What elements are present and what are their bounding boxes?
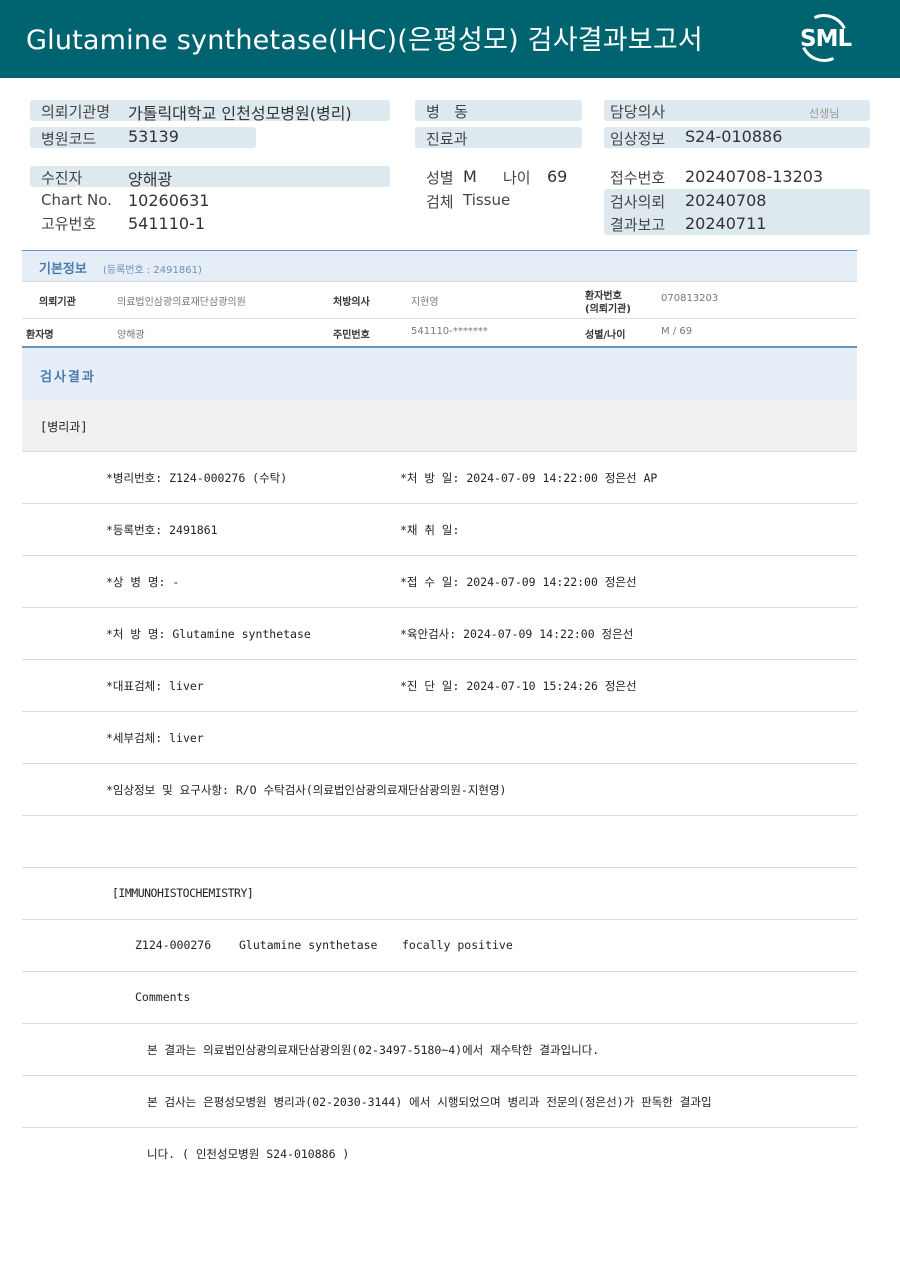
result-row: *상 병 명: - *접 수 일: 2024-07-09 14:22:00 정은… [22, 556, 857, 608]
result-row: *병리번호: Z124-000276 (수탁) *처 방 일: 2024-07-… [22, 452, 857, 504]
prescriber-label: 처방의사 [333, 297, 370, 308]
institution-value: 가톨릭대학교 인천성모병원(병리) [128, 104, 352, 123]
comment-line-1: 본 결과는 의료법인삼광의료재단삼광의원(02-3497-5180~4)에서 재… [147, 1043, 600, 1057]
request-value: 20240708 [685, 191, 767, 210]
institution-label: 의뢰기관명 [41, 103, 111, 121]
inst-label: 의뢰기관 [39, 297, 76, 308]
department-label: 진료과 [426, 130, 468, 148]
registration-number: (등록번호 : 2491861) [103, 265, 202, 276]
registration-no: *등록번호: 2491861 [106, 523, 218, 537]
result-row: *세부검체: liver [22, 712, 857, 764]
comments-label: Comments [135, 990, 191, 1004]
receipt-date: *접 수 일: 2024-07-09 14:22:00 정은선 [400, 575, 637, 589]
diagnosis-name: *상 병 명: - [106, 575, 180, 589]
clinical-label: 임상정보 [610, 130, 666, 148]
logo-text: SML [800, 26, 852, 52]
collection-date: *채 취 일: [400, 523, 460, 537]
age-label: 나이 [503, 169, 531, 187]
inst-value: 의료법인삼광의료재단삼광의원 [117, 297, 246, 308]
report-label: 결과보고 [610, 216, 666, 234]
comment-line-3: 니다. ( 인천성모병원 S24-010886 ) [147, 1147, 350, 1161]
patient-name-label: 환자명 [26, 330, 54, 341]
chart-no-value: 10260631 [128, 191, 210, 210]
department-row: [병리과] [22, 400, 857, 452]
specimen-value: Tissue [463, 191, 511, 209]
gross-exam: *육안검사: 2024-07-09 14:22:00 정은선 [400, 627, 634, 641]
patient-no-value: 070813203 [661, 293, 719, 304]
main-specimen: *대표검체: liver [106, 679, 204, 693]
sex-value: M [463, 167, 477, 186]
request-label: 검사의뢰 [610, 193, 666, 211]
divider [22, 281, 857, 282]
sml-logo: SML [793, 7, 856, 69]
ihc-result: focally positive [402, 938, 513, 952]
ihc-marker: Glutamine synthetase [239, 938, 378, 952]
specimen-label: 검체 [426, 193, 454, 211]
report-title: Glutamine synthetase(IHC)(은평성모) 검사결과보고서 [26, 25, 703, 56]
prescriber-value: 지현영 [411, 297, 439, 308]
chart-no-label: Chart No. [41, 191, 112, 209]
result-row: 니다. ( 인천성모병원 S24-010886 ) [22, 1128, 857, 1180]
result-title: 검사결과 [40, 370, 96, 385]
department-text: [병리과] [40, 420, 88, 434]
result-row: Comments [22, 972, 857, 1024]
age-value: 69 [547, 167, 568, 186]
sex-label: 성별 [426, 169, 454, 187]
basic-info-header: 기본정보 (등록번호 : 2491861) [22, 251, 857, 281]
report-value: 20240711 [685, 214, 767, 233]
result-row: *처 방 명: Glutamine synthetase *육안검사: 2024… [22, 608, 857, 660]
patient-box [30, 166, 390, 187]
doctor-label: 담당의사 [610, 103, 666, 121]
doctor-suffix: 선생님 [809, 107, 840, 120]
result-row: *등록번호: 2491861 *채 취 일: [22, 504, 857, 556]
receipt-label: 접수번호 [610, 169, 666, 187]
prescription-name: *처 방 명: Glutamine synthetase [106, 627, 311, 641]
pathology-no: *병리번호: Z124-000276 (수탁) [106, 471, 288, 485]
result-row: *임상정보 및 요구사항: R/O 수탁검사(의료법인삼광의료재단삼광의원-지현… [22, 764, 857, 816]
hospital-code-label: 병원코드 [41, 130, 97, 148]
unique-no-value: 541110-1 [128, 214, 206, 233]
patient-value: 양해광 [128, 170, 173, 189]
rrn-label: 주민번호 [333, 330, 370, 341]
hospital-code-value: 53139 [128, 127, 179, 146]
comment-line-2: 본 검사는 은평성모병원 병리과(02-2030-3144) 에서 시행되었으며… [147, 1095, 712, 1109]
clinical-info-request: *임상정보 및 요구사항: R/O 수탁검사(의료법인삼광의료재단삼광의원-지현… [106, 783, 507, 797]
basic-info-title: 기본정보 [39, 262, 87, 277]
result-row: 본 검사는 은평성모병원 병리과(02-2030-3144) 에서 시행되었으며… [22, 1076, 857, 1128]
result-row: *대표검체: liver *진 단 일: 2024-07-10 15:24:26… [22, 660, 857, 712]
receipt-value: 20240708-13203 [685, 167, 824, 186]
report-header: Glutamine synthetase(IHC)(은평성모) 검사결과보고서 … [0, 0, 900, 78]
result-row: [IMMUNOHISTOCHEMISTRY] [22, 868, 857, 920]
sex-age-label: 성별/나이 [585, 330, 626, 341]
result-row: Z124-000276 Glutamine synthetase focally… [22, 920, 857, 972]
rrn-value: 541110-******* [411, 326, 488, 337]
ward-label: 병 동 [426, 103, 468, 121]
unique-no-label: 고유번호 [41, 215, 97, 233]
diagnosis-date: *진 단 일: 2024-07-10 15:24:26 정은선 [400, 679, 637, 693]
sex-age-value: M / 69 [661, 326, 693, 337]
patient-no-label-2: (의뢰기관) [585, 304, 631, 315]
blank-row [22, 816, 857, 868]
patient-label: 수진자 [41, 169, 83, 187]
ihc-id: Z124-000276 [135, 938, 212, 952]
detail-specimen: *세부검체: liver [106, 731, 204, 745]
patient-name-value: 양해광 [117, 330, 145, 341]
clinical-value: S24-010886 [685, 127, 783, 146]
result-header: 검사결과 [22, 348, 857, 400]
ihc-header: [IMMUNOHISTOCHEMISTRY] [112, 886, 254, 900]
divider [22, 318, 857, 319]
prescription-date: *처 방 일: 2024-07-09 14:22:00 정은선 AP [400, 471, 658, 485]
result-row: 본 결과는 의료법인삼광의료재단삼광의원(02-3497-5180~4)에서 재… [22, 1024, 857, 1076]
